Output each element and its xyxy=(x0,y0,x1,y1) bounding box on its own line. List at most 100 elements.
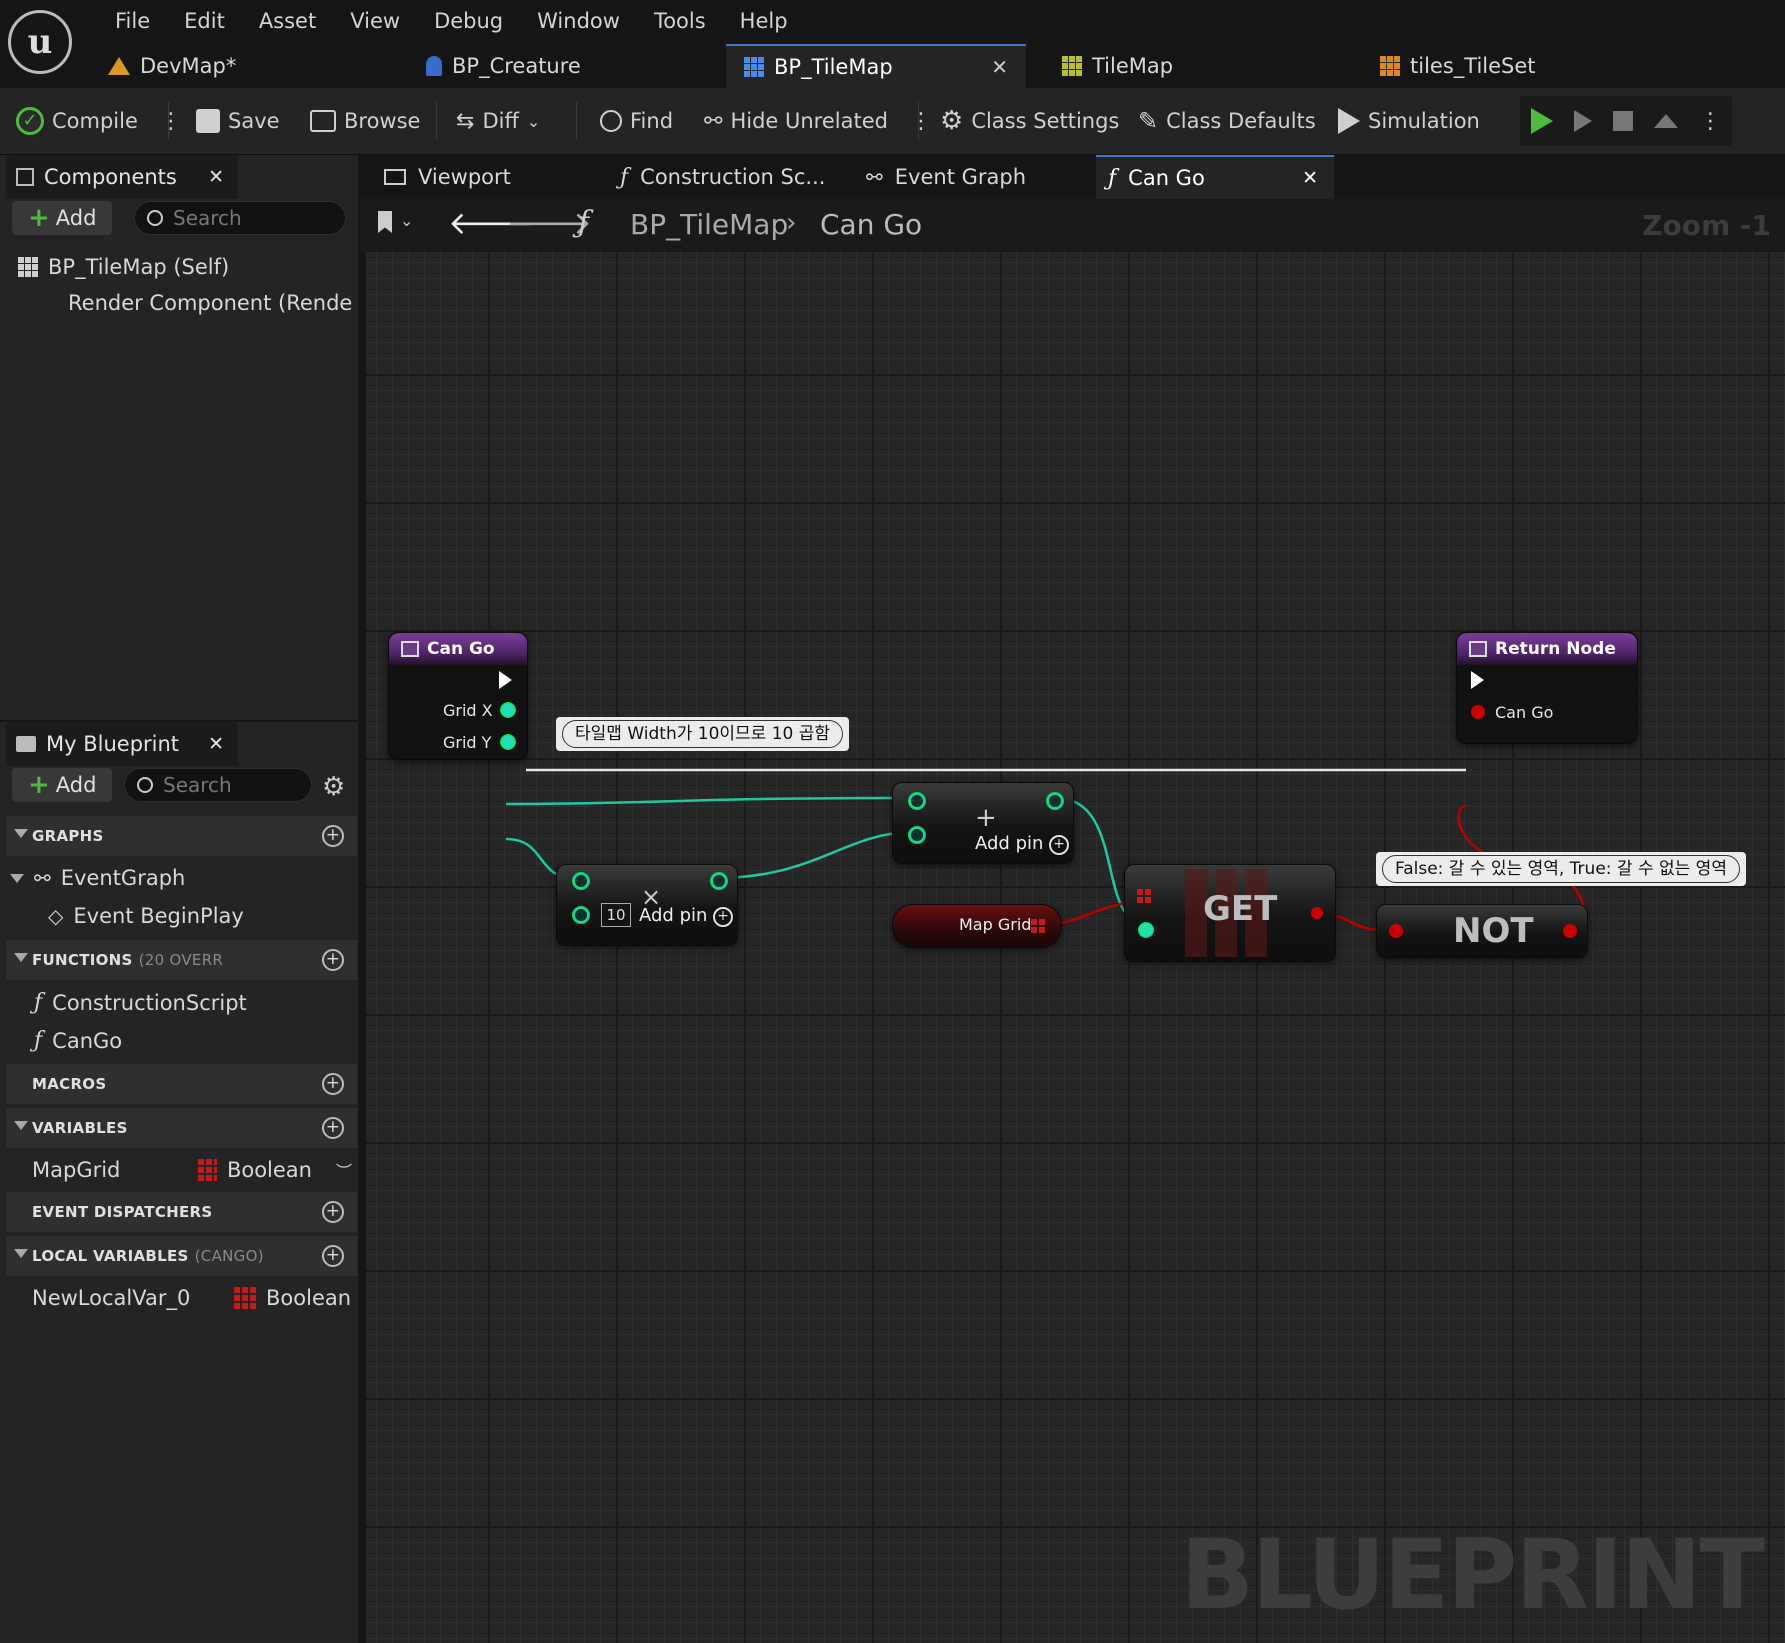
multiply-in-b-pin[interactable] xyxy=(573,907,589,923)
play-icon[interactable] xyxy=(1530,108,1553,134)
multiply-in-a-pin[interactable] xyxy=(573,873,589,889)
menu-edit[interactable]: Edit xyxy=(167,6,242,36)
multiply-out-pin[interactable] xyxy=(711,873,727,889)
visibility-eye-icon[interactable]: ︶ xyxy=(336,1158,352,1182)
components-tab[interactable]: Components ✕ xyxy=(6,155,238,199)
blueprint-add-button[interactable]: + Add xyxy=(12,768,113,802)
section-event-dispatchers[interactable]: EVENT DISPATCHERS + xyxy=(6,1192,358,1232)
can-go-return-pin[interactable] xyxy=(1471,705,1485,719)
return-node[interactable]: Return Node Can Go xyxy=(1456,632,1638,744)
asset-tab-tilemap[interactable]: TileMap xyxy=(1044,44,1344,88)
diff-button[interactable]: ⇆ Diff ⌄ xyxy=(456,88,540,154)
add-pin-icon[interactable]: + xyxy=(1049,835,1069,855)
add-out-pin[interactable] xyxy=(1047,793,1063,809)
mapgrid-variable-node[interactable]: Map Grid xyxy=(892,904,1062,948)
add-macro-icon[interactable]: + xyxy=(322,1073,344,1095)
local-variable-newlocalvar[interactable]: NewLocalVar_0 Boolean xyxy=(32,1286,351,1310)
bookmark-icon[interactable] xyxy=(378,211,392,233)
not-node[interactable]: NOT xyxy=(1376,904,1588,958)
not-in-pin[interactable] xyxy=(1389,924,1403,938)
add-in-b-pin[interactable] xyxy=(909,827,925,843)
add-pin-label[interactable]: Add pin xyxy=(975,833,1043,854)
graph-eventgraph[interactable]: ⚯ EventGraph xyxy=(10,866,185,890)
menu-help[interactable]: Help xyxy=(723,6,805,36)
comment-bubble-multiply[interactable]: 타일맵 Width가 10이므로 10 곱함 xyxy=(556,717,850,751)
add-graph-icon[interactable]: + xyxy=(322,825,344,847)
chevron-down-icon[interactable]: ⌄ xyxy=(400,211,413,230)
play-options-icon[interactable]: ⋮ xyxy=(1699,109,1721,134)
close-icon[interactable]: ✕ xyxy=(1302,167,1318,189)
section-functions[interactable]: FUNCTIONS (20 OVERR + xyxy=(6,940,358,980)
menu-view[interactable]: View xyxy=(333,6,417,36)
class-defaults-button[interactable]: ✎ Class Defaults xyxy=(1138,88,1316,154)
add-function-icon[interactable]: + xyxy=(322,949,344,971)
multiply-constant-input[interactable]: 10 xyxy=(601,903,631,927)
breadcrumb-root[interactable]: BP_TileMap xyxy=(630,208,788,241)
tab-viewport[interactable]: Viewport xyxy=(372,155,592,199)
exec-in-pin[interactable] xyxy=(1471,671,1484,689)
tab-can-go[interactable]: ƒ Can Go ✕ xyxy=(1096,155,1334,199)
not-out-pin[interactable] xyxy=(1563,924,1577,938)
section-variables[interactable]: VARIABLES + xyxy=(6,1108,358,1148)
simulation-button[interactable]: Simulation xyxy=(1338,88,1480,154)
menu-window[interactable]: Window xyxy=(520,6,637,36)
comment-bubble-not[interactable]: False: 갈 수 있는 영역, True: 갈 수 없는 영역 xyxy=(1376,852,1746,886)
class-settings-button[interactable]: ⚙ Class Settings xyxy=(940,88,1119,154)
menu-asset[interactable]: Asset xyxy=(242,6,333,36)
add-local-variable-icon[interactable]: + xyxy=(322,1245,344,1267)
close-icon[interactable]: ✕ xyxy=(208,733,224,755)
add-pin-label[interactable]: Add pin xyxy=(639,905,707,926)
graph-canvas[interactable]: Can Go Grid X Grid Y 타일맵 Width가 10이므로 10… xyxy=(366,252,1785,1643)
get-out-pin[interactable] xyxy=(1311,907,1323,919)
step-icon[interactable] xyxy=(1573,110,1592,132)
hide-unrelated-button[interactable]: ⚯ Hide Unrelated ⋮ xyxy=(704,88,932,154)
section-graphs[interactable]: GRAPHS + xyxy=(6,816,358,856)
gear-icon[interactable]: ⚙ xyxy=(322,772,345,802)
asset-tab-tileset[interactable]: tiles_TileSet xyxy=(1362,44,1662,88)
component-self[interactable]: BP_TileMap (Self) xyxy=(18,255,229,279)
grid-x-pin[interactable] xyxy=(501,703,515,717)
find-button[interactable]: Find xyxy=(600,88,673,154)
component-render[interactable]: Render Component (RenderCo xyxy=(58,291,354,315)
add-variable-icon[interactable]: + xyxy=(322,1117,344,1139)
menu-debug[interactable]: Debug xyxy=(417,6,520,36)
asset-tab-devmap[interactable]: DevMap* xyxy=(90,44,390,88)
graph-event-beginplay[interactable]: ◇ Event BeginPlay xyxy=(48,904,244,928)
menu-tools[interactable]: Tools xyxy=(637,6,723,36)
asset-tab-bp-creature[interactable]: BP_Creature xyxy=(408,44,708,88)
hide-unrelated-options-icon[interactable]: ⋮ xyxy=(910,109,932,134)
grid-y-pin[interactable] xyxy=(501,735,515,749)
variable-mapgrid[interactable]: MapGrid Boolean ︶ xyxy=(32,1158,352,1182)
tab-construction-script[interactable]: ƒ Construction Sc... xyxy=(608,155,838,199)
function-cango[interactable]: ƒ CanGo xyxy=(34,1028,122,1053)
add-node[interactable]: + Add pin + xyxy=(892,782,1074,864)
blueprint-search-input[interactable]: Search xyxy=(124,768,312,802)
compile-button[interactable]: ✓ Compile ⋮ xyxy=(16,88,182,154)
add-pin-icon[interactable]: + xyxy=(713,907,733,927)
add-dispatcher-icon[interactable]: + xyxy=(322,1201,344,1223)
unreal-logo-icon[interactable]: u xyxy=(8,10,72,74)
function-entry-node[interactable]: Can Go Grid X Grid Y xyxy=(388,632,528,760)
save-button[interactable]: Save xyxy=(196,88,280,154)
index-in-pin[interactable] xyxy=(1139,923,1153,937)
asset-tab-bp-tilemap[interactable]: BP_TileMap ✕ xyxy=(726,44,1026,88)
section-local-variables[interactable]: LOCAL VARIABLES (CANGO) + xyxy=(6,1236,358,1276)
array-in-pin-icon[interactable] xyxy=(1137,887,1153,903)
stop-icon[interactable] xyxy=(1612,111,1633,131)
compile-options-icon[interactable]: ⋮ xyxy=(160,109,182,134)
section-macros[interactable]: MACROS + xyxy=(6,1064,358,1104)
function-constructionscript[interactable]: ƒ ConstructionScript xyxy=(34,990,247,1015)
array-get-node[interactable]: GET xyxy=(1124,864,1336,962)
exec-out-pin[interactable] xyxy=(499,671,512,689)
my-blueprint-tab[interactable]: My Blueprint ✕ xyxy=(6,722,238,766)
components-search-input[interactable]: Search xyxy=(134,201,346,235)
close-tab-icon[interactable]: ✕ xyxy=(991,55,1008,79)
array-out-pin-icon[interactable] xyxy=(1031,917,1047,933)
multiply-node[interactable]: × 10 Add pin + xyxy=(556,864,738,946)
add-in-a-pin[interactable] xyxy=(909,793,925,809)
eject-icon[interactable] xyxy=(1654,114,1679,128)
browse-button[interactable]: Browse xyxy=(310,88,420,154)
close-icon[interactable]: ✕ xyxy=(208,166,224,188)
components-add-button[interactable]: + Add xyxy=(12,201,113,235)
menu-file[interactable]: File xyxy=(98,6,167,36)
